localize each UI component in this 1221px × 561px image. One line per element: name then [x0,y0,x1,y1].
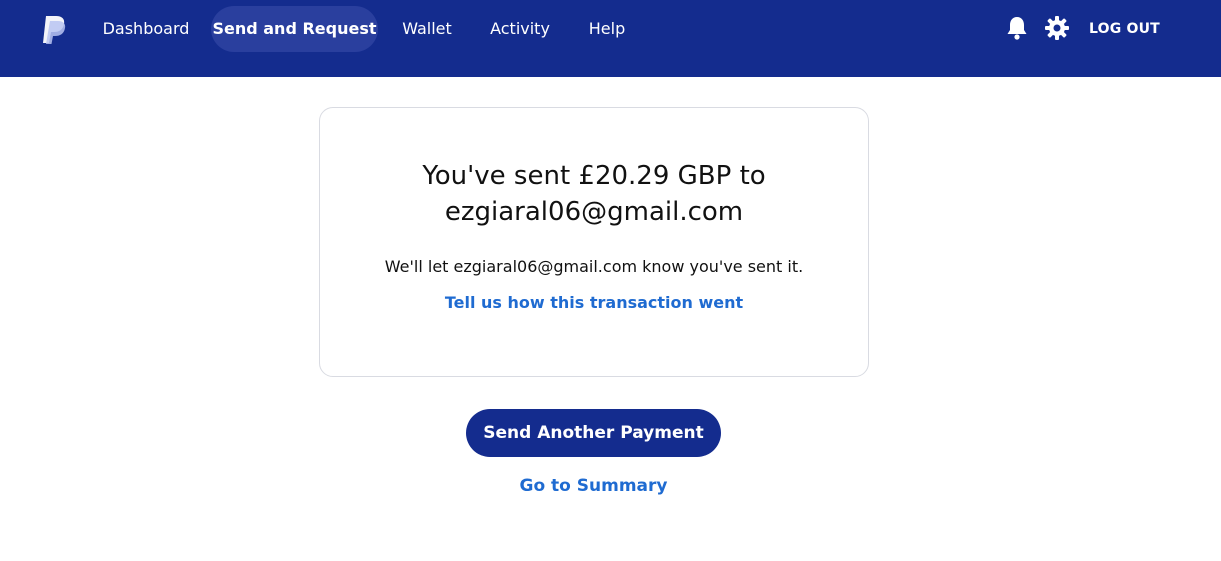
feedback-link[interactable]: Tell us how this transaction went [320,292,868,314]
nav-activity[interactable]: Activity [478,6,562,52]
gear-icon[interactable] [1044,15,1070,41]
nav-dashboard[interactable]: Dashboard [94,6,198,52]
bell-icon[interactable] [1005,15,1029,41]
logout-button[interactable]: LOG OUT [1089,18,1160,40]
confirmation-title: You've sent £20.29 GBP to ezgiaral06@gma… [422,161,766,227]
paypal-logo-icon[interactable] [40,14,68,46]
nav-send-and-request[interactable]: Send and Request [211,6,378,52]
nav-help[interactable]: Help [578,6,636,52]
confirmation-message: We'll let ezgiaral06@gmail.com know you'… [384,257,804,276]
send-another-payment-button[interactable]: Send Another Payment [466,409,721,457]
nav-wallet[interactable]: Wallet [392,6,462,52]
top-navigation-bar: Dashboard Send and Request Wallet Activi… [0,0,1221,77]
go-to-summary-link[interactable]: Go to Summary [466,474,721,498]
confirmation-card: You've sent £20.29 GBP to ezgiaral06@gma… [319,107,869,377]
